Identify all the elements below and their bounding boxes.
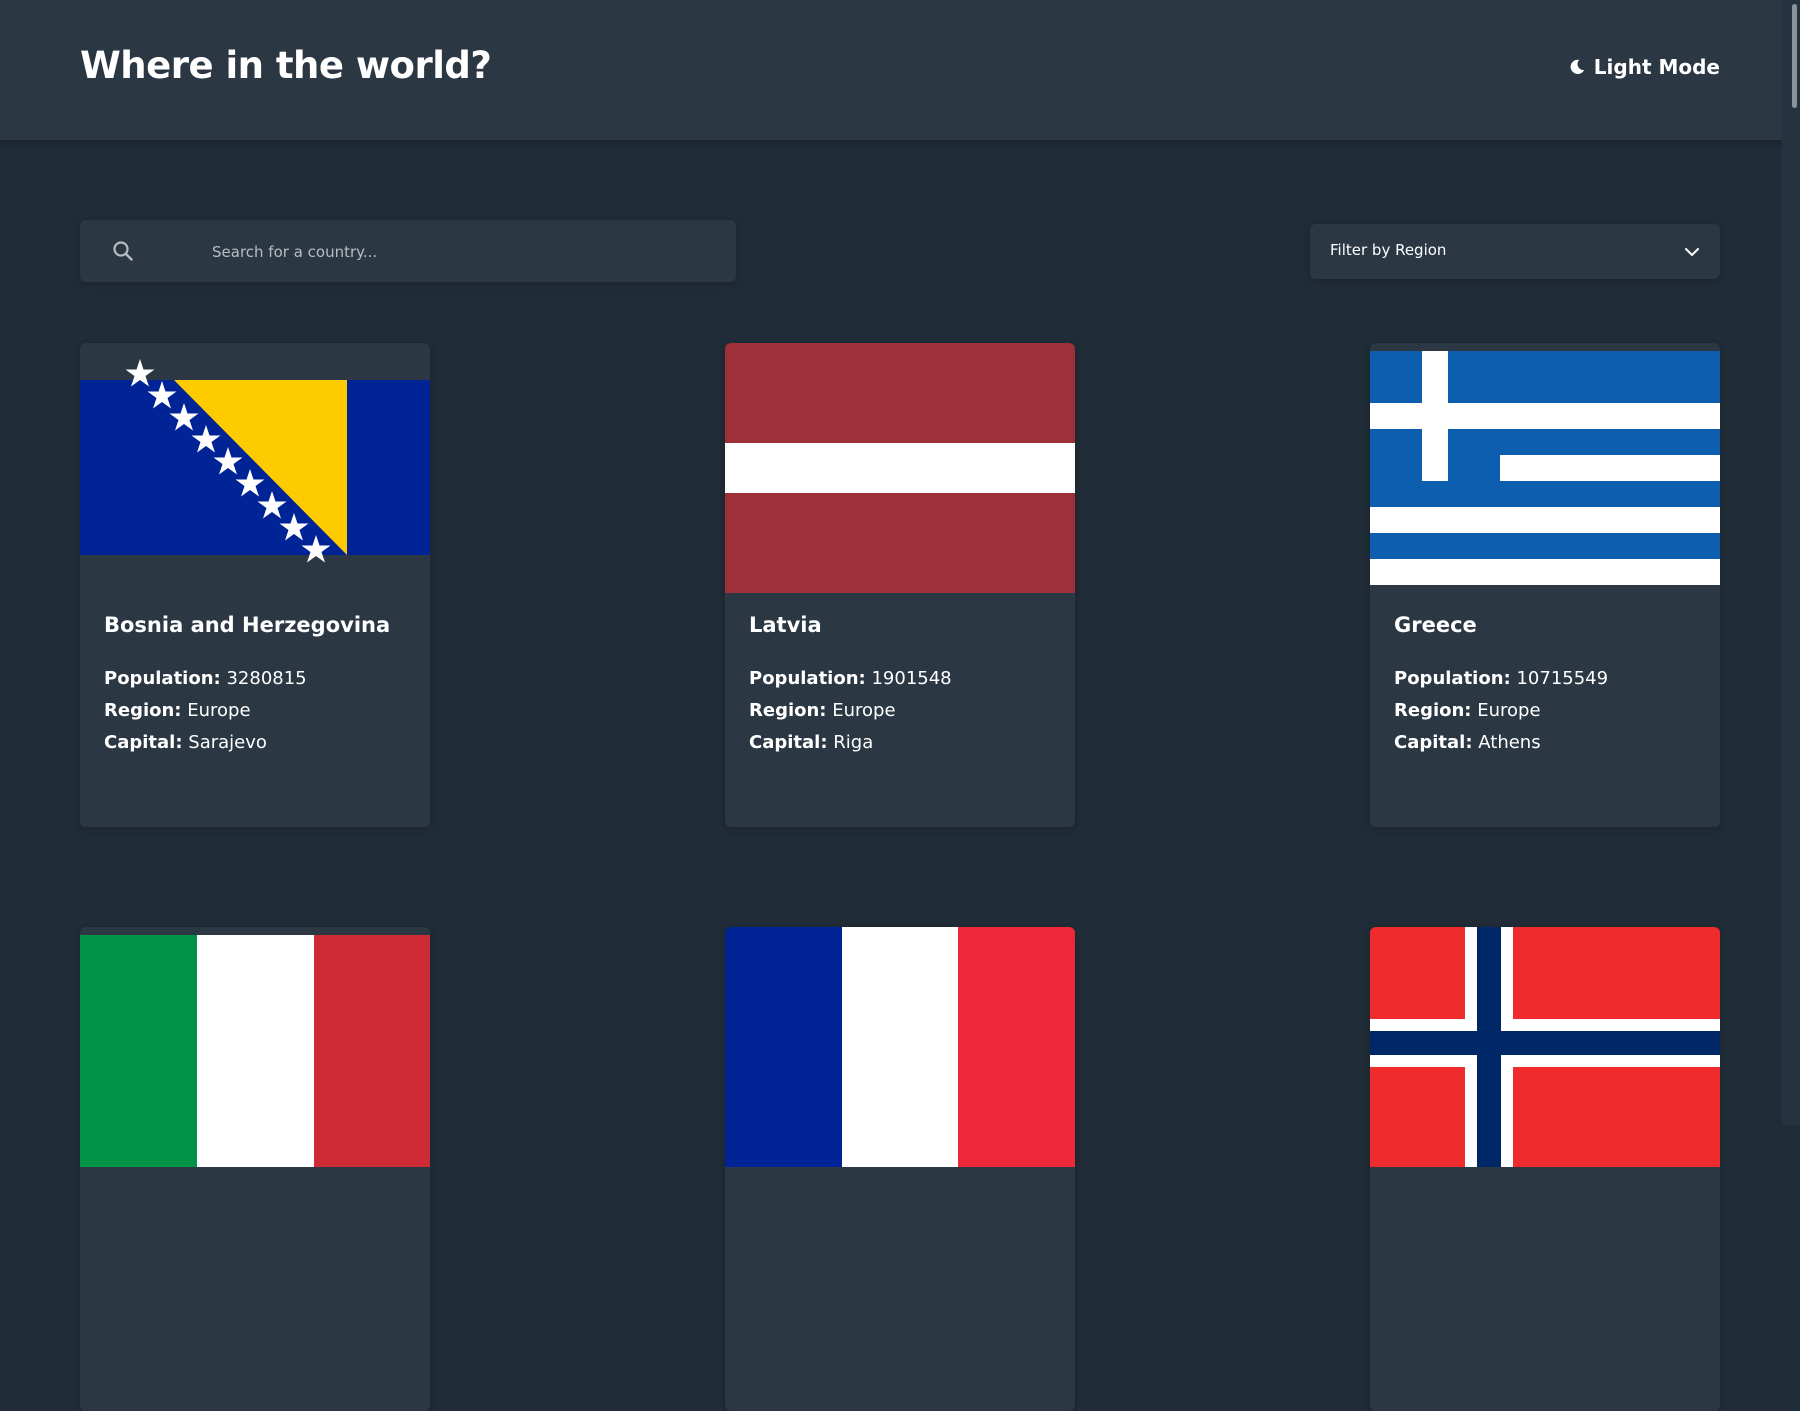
region-label: Region: xyxy=(1394,700,1472,721)
region-filter-label: Filter by Region xyxy=(1330,241,1447,259)
population-label: Population: xyxy=(749,668,866,689)
scrollbar-thumb[interactable] xyxy=(1792,4,1797,108)
region-value: Europe xyxy=(832,700,896,721)
greece-flag-image xyxy=(1370,351,1720,585)
capital-row: Capital: Sarajevo xyxy=(104,727,412,759)
chevron-down-icon xyxy=(1684,244,1700,264)
country-card[interactable] xyxy=(1370,927,1720,1411)
population-label: Population: xyxy=(1394,668,1511,689)
search-icon xyxy=(111,239,135,267)
country-card[interactable]: Latvia Population: 1901548 Region: Europ… xyxy=(725,343,1075,827)
capital-label: Capital: xyxy=(104,732,183,753)
region-label: Region: xyxy=(104,700,182,721)
population-row: Population: 10715549 xyxy=(1394,663,1702,695)
scrollbar[interactable] xyxy=(1782,0,1800,1125)
country-card[interactable]: Greece Population: 10715549 Region: Euro… xyxy=(1370,343,1720,827)
capital-row: Capital: Riga xyxy=(749,727,1057,759)
light-mode-label: Light Mode xyxy=(1593,55,1720,79)
capital-value: Sarajevo xyxy=(188,732,267,753)
region-row: Region: Europe xyxy=(749,695,1057,727)
population-label: Population: xyxy=(104,668,221,689)
country-name: Latvia xyxy=(749,613,822,637)
region-row: Region: Europe xyxy=(1394,695,1702,727)
region-filter-dropdown[interactable]: Filter by Region xyxy=(1310,224,1720,279)
app-title: Where in the world? xyxy=(80,44,492,87)
population-row: Population: 1901548 xyxy=(749,663,1057,695)
region-value: Europe xyxy=(1477,700,1541,721)
region-value: Europe xyxy=(187,700,251,721)
header: Where in the world? Light Mode xyxy=(0,0,1800,140)
capital-label: Capital: xyxy=(1394,732,1473,753)
search-input[interactable] xyxy=(210,220,714,284)
italy-flag-image xyxy=(80,935,430,1167)
capital-row: Capital: Athens xyxy=(1394,727,1702,759)
country-name: Bosnia and Herzegovina xyxy=(104,613,391,637)
bosnia-flag-image xyxy=(80,359,430,563)
country-card[interactable] xyxy=(725,927,1075,1411)
region-row: Region: Europe xyxy=(104,695,412,727)
population-row: Population: 3280815 xyxy=(104,663,412,695)
population-value: 3280815 xyxy=(226,668,307,689)
region-label: Region: xyxy=(749,700,827,721)
search-box xyxy=(80,220,736,284)
capital-value: Athens xyxy=(1478,732,1541,753)
moon-icon xyxy=(1568,58,1586,76)
country-name: Greece xyxy=(1394,613,1477,637)
capital-value: Riga xyxy=(833,732,874,753)
population-value: 10715549 xyxy=(1516,668,1609,689)
country-card[interactable]: Bosnia and Herzegovina Population: 32808… xyxy=(80,343,430,827)
country-card[interactable] xyxy=(80,927,430,1411)
norway-flag-image xyxy=(1370,927,1720,1167)
france-flag-image xyxy=(725,927,1075,1167)
latvia-flag-image xyxy=(725,343,1075,593)
capital-label: Capital: xyxy=(749,732,828,753)
light-mode-toggle[interactable]: Light Mode xyxy=(1568,55,1720,79)
population-value: 1901548 xyxy=(871,668,952,689)
